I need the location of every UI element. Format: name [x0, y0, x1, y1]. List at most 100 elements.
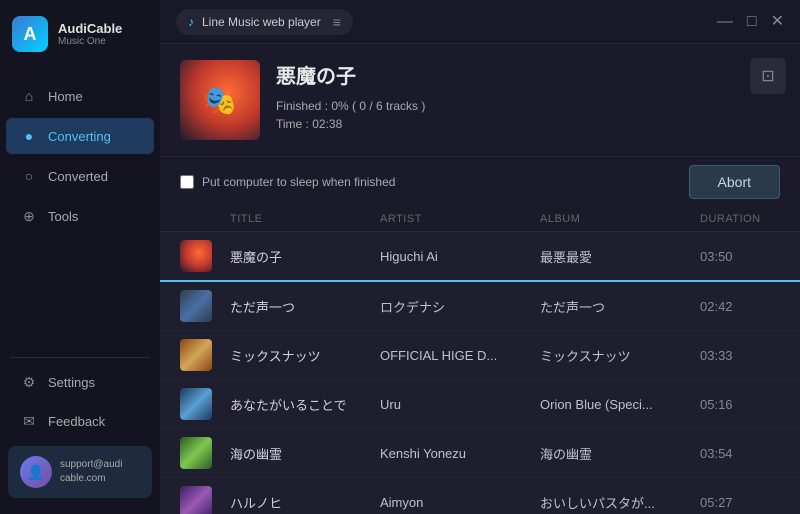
logo-icon: A	[12, 16, 48, 52]
album-art: 🎭	[180, 60, 260, 140]
track-name-cell: ミックスナッツ	[230, 346, 380, 365]
album-art-figure: 🎭	[203, 84, 238, 117]
feedback-icon: ✉	[20, 413, 38, 430]
sidebar: A AudiCable Music One ⌂ Home ● Convertin…	[0, 0, 160, 514]
track-info: 悪魔の子 Finished : 0% ( 0 / 6 tracks ) Time…	[276, 60, 780, 131]
track-duration: 05:16	[700, 397, 780, 412]
track-album: ただ声一つ	[540, 297, 700, 316]
track-duration: 03:33	[700, 348, 780, 363]
track-name: ただ声一つ	[230, 297, 295, 316]
thumb-art	[180, 339, 212, 371]
sleep-label: Put computer to sleep when finished	[202, 175, 395, 189]
sidebar-item-settings-label: Settings	[48, 375, 95, 390]
sidebar-item-converting-label: Converting	[48, 129, 111, 144]
converted-icon: ○	[20, 168, 38, 184]
corner-icon-button[interactable]: ⊡	[750, 58, 786, 94]
sidebar-item-settings[interactable]: ⚙ Settings	[6, 364, 154, 401]
track-artist: Uru	[380, 397, 540, 412]
thumb-art	[180, 240, 212, 272]
sidebar-item-converted[interactable]: ○ Converted	[6, 158, 154, 194]
player-tab-label: Line Music web player	[202, 15, 321, 29]
user-email: support@audi cable.com	[60, 458, 122, 486]
track-name: ミックスナッツ	[230, 346, 321, 365]
close-button[interactable]: ✕	[771, 14, 784, 30]
home-icon: ⌂	[20, 88, 38, 104]
track-duration: 02:42	[700, 299, 780, 314]
settings-icon: ⚙	[20, 374, 38, 391]
track-name-cell: ただ声一つ	[230, 297, 380, 316]
table-row[interactable]: 海の幽霊 Kenshi Yonezu 海の幽霊 03:54	[160, 429, 800, 478]
sidebar-item-converted-label: Converted	[48, 169, 108, 184]
abort-button[interactable]: Abort	[689, 165, 780, 199]
logo-text: AudiCable Music One	[58, 21, 122, 47]
sidebar-item-home[interactable]: ⌂ Home	[6, 78, 154, 114]
music-icon: ♪	[188, 15, 194, 29]
track-album: 海の幽霊	[540, 444, 700, 463]
sleep-checkbox-input[interactable]	[180, 175, 194, 189]
track-thumbnail	[180, 486, 212, 514]
maximize-button[interactable]: □	[747, 14, 757, 30]
tools-icon: ⊕	[20, 208, 38, 225]
track-name: ハルノヒ	[230, 493, 282, 512]
controls-bar: Put computer to sleep when finished Abor…	[160, 156, 800, 207]
now-playing-section: 🎭 悪魔の子 Finished : 0% ( 0 / 6 tracks ) Ti…	[160, 44, 800, 156]
album-art-bg: 🎭	[180, 60, 260, 140]
thumb-art	[180, 486, 212, 514]
table-body: 悪魔の子 Higuchi Ai 最悪最愛 03:50 ただ声一つ ロクデナシ た…	[160, 232, 800, 514]
user-card[interactable]: 👤 support@audi cable.com	[8, 446, 152, 498]
track-name-cell: あなたがいることで	[230, 395, 380, 414]
sidebar-item-feedback-label: Feedback	[48, 414, 105, 429]
sleep-checkbox-container[interactable]: Put computer to sleep when finished	[180, 175, 395, 189]
track-time: Time : 02:38	[276, 117, 780, 131]
tab-menu-icon[interactable]: ≡	[333, 14, 341, 30]
table-row[interactable]: ハルノヒ Aimyon おいしいパスタが... 05:27	[160, 478, 800, 514]
track-album: ミックスナッツ	[540, 346, 700, 365]
sidebar-item-tools[interactable]: ⊕ Tools	[6, 198, 154, 235]
sidebar-item-home-label: Home	[48, 89, 83, 104]
track-album: Orion Blue (Speci...	[540, 397, 700, 412]
track-name-cell: 海の幽霊	[230, 444, 380, 463]
table-row[interactable]: ただ声一つ ロクデナシ ただ声一つ 02:42	[160, 282, 800, 331]
track-artist: OFFICIAL HIGE D...	[380, 348, 540, 363]
col-header-artist: ARTIST	[380, 213, 540, 225]
thumb-art	[180, 437, 212, 469]
track-duration: 03:50	[700, 249, 780, 264]
track-title: 悪魔の子	[276, 60, 780, 89]
app-title: AudiCable	[58, 21, 122, 36]
converting-icon: ●	[20, 128, 38, 144]
app-subtitle: Music One	[58, 36, 122, 47]
top-bar: ♪ Line Music web player ≡ — □ ✕	[160, 0, 800, 44]
track-duration: 05:27	[700, 495, 780, 510]
track-name: あなたがいることで	[230, 395, 347, 414]
thumb-art	[180, 290, 212, 322]
track-thumbnail	[180, 240, 212, 272]
track-table: TITLE ARTIST ALBUM DURATION 悪魔の子 Higuchi…	[160, 207, 800, 514]
sidebar-item-converting[interactable]: ● Converting	[6, 118, 154, 154]
track-artist: Kenshi Yonezu	[380, 446, 540, 461]
track-album: 最悪最愛	[540, 247, 700, 266]
sidebar-divider	[10, 357, 150, 358]
track-name-cell: ハルノヒ	[230, 493, 380, 512]
track-artist: ロクデナシ	[380, 297, 540, 316]
col-header-duration: DURATION	[700, 213, 780, 225]
track-artist: Aimyon	[380, 495, 540, 510]
track-thumbnail	[180, 339, 212, 371]
table-header: TITLE ARTIST ALBUM DURATION	[160, 207, 800, 232]
sidebar-item-tools-label: Tools	[48, 209, 78, 224]
track-album: おいしいパスタが...	[540, 493, 700, 512]
table-row[interactable]: ミックスナッツ OFFICIAL HIGE D... ミックスナッツ 03:33	[160, 331, 800, 380]
track-artist: Higuchi Ai	[380, 249, 540, 264]
minimize-button[interactable]: —	[717, 14, 733, 30]
track-progress: Finished : 0% ( 0 / 6 tracks )	[276, 99, 780, 113]
player-tab[interactable]: ♪ Line Music web player ≡	[176, 9, 353, 35]
sidebar-item-feedback[interactable]: ✉ Feedback	[6, 403, 154, 440]
table-row[interactable]: 悪魔の子 Higuchi Ai 最悪最愛 03:50	[160, 232, 800, 282]
track-duration: 03:54	[700, 446, 780, 461]
track-thumbnail	[180, 290, 212, 322]
window-controls: — □ ✕	[717, 14, 784, 30]
app-logo: A AudiCable Music One	[0, 0, 160, 68]
track-name-cell: 悪魔の子	[230, 247, 380, 266]
thumb-art	[180, 388, 212, 420]
avatar: 👤	[20, 456, 52, 488]
table-row[interactable]: あなたがいることで Uru Orion Blue (Speci... 05:16	[160, 380, 800, 429]
